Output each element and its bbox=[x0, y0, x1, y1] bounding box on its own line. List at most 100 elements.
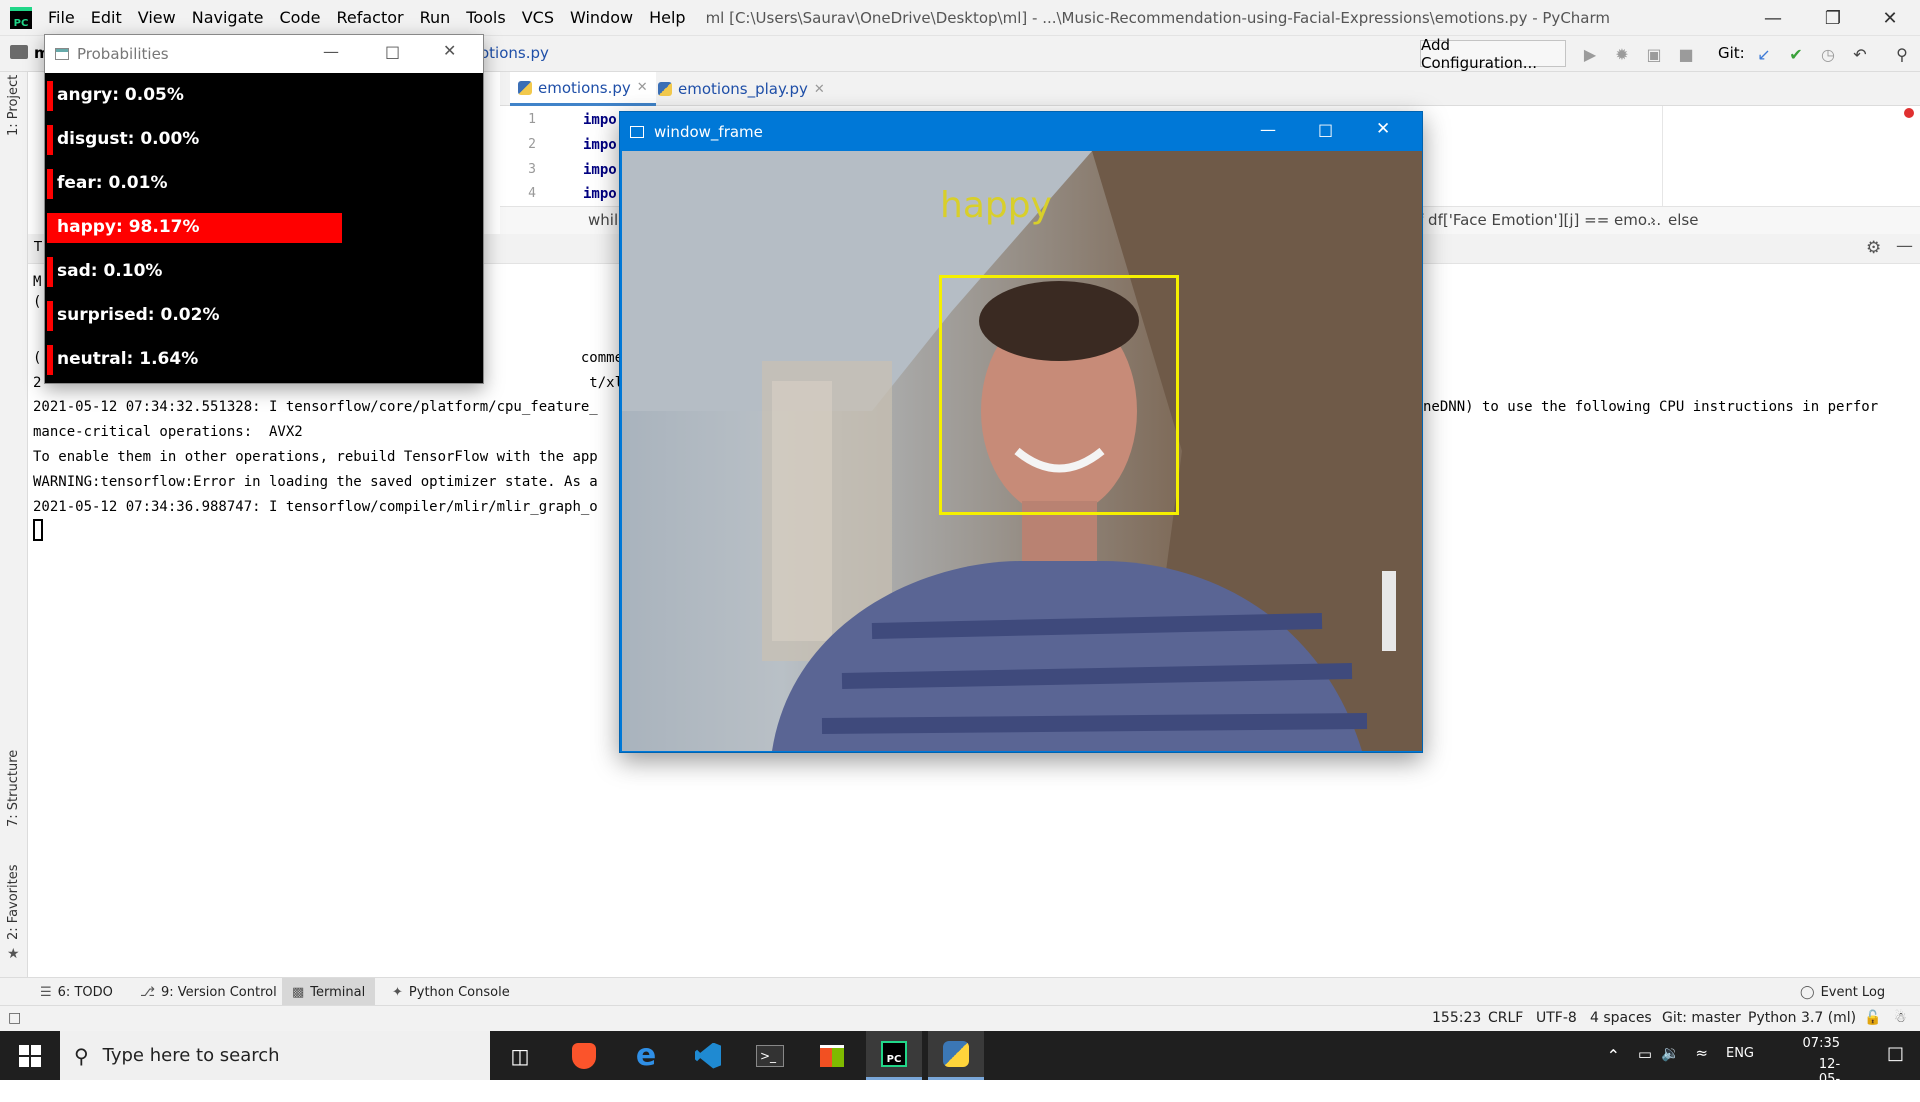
debug-icon[interactable]: ✹ bbox=[1612, 44, 1632, 64]
menu-refactor[interactable]: Refactor bbox=[336, 8, 403, 27]
tab-label: emotions_play.py bbox=[678, 80, 808, 98]
lock-icon[interactable]: 🔓 bbox=[1864, 1010, 1881, 1026]
probability-bar bbox=[47, 345, 53, 375]
menu-edit[interactable]: Edit bbox=[91, 8, 122, 27]
favorites-tool-tab[interactable]: 2: Favorites bbox=[6, 864, 21, 940]
probability-label: neutral: 1.64% bbox=[57, 349, 199, 369]
structure-tool-tab[interactable]: 7: Structure bbox=[6, 750, 21, 827]
file-encoding[interactable]: UTF-8 bbox=[1536, 1010, 1577, 1026]
menu-bar: File Edit View Navigate Code Refactor Ru… bbox=[48, 8, 702, 27]
tab-emotions-py[interactable]: emotions.py ✕ bbox=[510, 72, 656, 106]
menu-vcs[interactable]: VCS bbox=[522, 8, 554, 27]
probability-label: sad: 0.10% bbox=[57, 261, 163, 281]
task-view-icon[interactable]: ◫ bbox=[492, 1031, 548, 1080]
breadcrumb-if[interactable]: f df['Face Emotion'][j] == emo... bbox=[1418, 211, 1661, 229]
minimize-button[interactable]: — bbox=[323, 42, 339, 61]
minimize-button[interactable]: — bbox=[1260, 120, 1276, 139]
pycharm-titlebar: PC File Edit View Navigate Code Refactor… bbox=[0, 0, 1920, 36]
menu-help[interactable]: Help bbox=[649, 8, 685, 27]
todo-tab[interactable]: ☰ 6: TODO bbox=[30, 978, 123, 1006]
star-icon: ★ bbox=[7, 946, 20, 962]
line-number: 4 bbox=[528, 186, 536, 201]
terminal-tab[interactable]: ▩ Terminal bbox=[282, 978, 376, 1006]
code-line: impo bbox=[583, 186, 617, 202]
probabilities-window: Probabilities — □ ✕ angry: 0.05% disgust:… bbox=[44, 34, 484, 384]
python-console-icon: ✦ bbox=[392, 984, 403, 1000]
python-console-tab[interactable]: ✦ Python Console bbox=[382, 978, 520, 1006]
settings-gear-icon[interactable]: ⚙ bbox=[1866, 238, 1881, 258]
left-tool-strip: 1: Project 7: Structure 2: Favorites ★ bbox=[0, 72, 28, 977]
toggle-panels-icon[interactable]: □ bbox=[8, 1010, 21, 1026]
start-button[interactable] bbox=[0, 1031, 60, 1080]
event-log-tab-label: Event Log bbox=[1820, 984, 1886, 1000]
add-configuration-button[interactable]: Add Configuration... bbox=[1420, 36, 1566, 72]
bottom-tool-tabs: ☰ 6: TODO ⎇ 9: Version Control ▩ Termina… bbox=[0, 977, 1920, 1006]
wifi-icon[interactable]: ≈ bbox=[1695, 1044, 1708, 1062]
version-control-tab[interactable]: ⎇ 9: Version Control bbox=[130, 978, 287, 1006]
close-tab-icon[interactable]: ✕ bbox=[814, 82, 825, 97]
git-branch[interactable]: Git: master bbox=[1662, 1010, 1741, 1026]
language-indicator[interactable]: ENG bbox=[1726, 1046, 1754, 1061]
stop-icon[interactable]: ■ bbox=[1676, 44, 1696, 64]
show-hidden-icons-icon[interactable]: ⌃ bbox=[1607, 1046, 1620, 1065]
maximize-button[interactable]: □ bbox=[1318, 120, 1333, 139]
code-line: impo bbox=[583, 112, 617, 128]
probabilities-titlebar[interactable]: Probabilities — □ ✕ bbox=[45, 35, 483, 73]
git-update-icon[interactable]: ↙ bbox=[1754, 44, 1774, 64]
close-button[interactable]: ✕ bbox=[443, 41, 456, 60]
restore-button[interactable]: ❐ bbox=[1805, 0, 1861, 36]
store-icon[interactable] bbox=[804, 1031, 860, 1080]
run-icon[interactable]: ▶ bbox=[1580, 44, 1600, 64]
close-button[interactable]: ✕ bbox=[1376, 119, 1390, 139]
camera-window-title: window_frame bbox=[654, 122, 763, 141]
project-tool-tab[interactable]: 1: Project bbox=[6, 75, 21, 136]
pycharm-taskbar-icon[interactable]: PC bbox=[866, 1031, 922, 1080]
menu-tools[interactable]: Tools bbox=[466, 8, 505, 27]
error-indicator-icon bbox=[1904, 108, 1914, 118]
menu-window[interactable]: Window bbox=[570, 8, 633, 27]
coverage-icon[interactable]: ▣ bbox=[1644, 44, 1664, 64]
code-line: impo bbox=[583, 162, 617, 178]
edge-browser-icon[interactable]: e bbox=[618, 1031, 674, 1080]
nav-file-crumb[interactable]: otions.py bbox=[480, 44, 549, 62]
probability-bar bbox=[47, 169, 53, 199]
notifications-icon[interactable]: □ bbox=[1887, 1043, 1904, 1064]
caret-position[interactable]: 155:23 bbox=[1432, 1010, 1481, 1026]
taskbar-search-box[interactable]: ⚲ Type here to search bbox=[60, 1031, 490, 1080]
git-label: Git: bbox=[1718, 44, 1745, 62]
indent-setting[interactable]: 4 spaces bbox=[1590, 1010, 1652, 1026]
history-icon[interactable]: ◷ bbox=[1818, 44, 1838, 64]
minimize-button[interactable]: — bbox=[1745, 0, 1801, 36]
rollback-icon[interactable]: ↶ bbox=[1850, 44, 1870, 64]
app-window-icon bbox=[630, 125, 644, 138]
menu-file[interactable]: File bbox=[48, 8, 75, 27]
close-tab-icon[interactable]: ✕ bbox=[637, 80, 648, 95]
maximize-button[interactable]: □ bbox=[385, 42, 400, 61]
battery-icon[interactable]: ▭ bbox=[1638, 1045, 1652, 1063]
menu-run[interactable]: Run bbox=[420, 8, 451, 27]
python-taskbar-icon[interactable] bbox=[928, 1031, 984, 1080]
menu-code[interactable]: Code bbox=[280, 8, 321, 27]
terminal-app-icon[interactable]: >_ bbox=[742, 1031, 798, 1080]
emotion-label: happy bbox=[940, 185, 1052, 226]
close-button[interactable]: ✕ bbox=[1862, 0, 1918, 36]
terminal-line: To enable them in other operations, rebu… bbox=[33, 449, 598, 465]
camera-titlebar[interactable]: window_frame — □ ✕ bbox=[620, 112, 1422, 151]
brave-browser-icon[interactable] bbox=[556, 1031, 612, 1080]
breadcrumb-else[interactable]: else bbox=[1668, 211, 1698, 229]
inspector-icon[interactable]: ☃ bbox=[1894, 1010, 1907, 1026]
volume-icon[interactable]: 🔉 bbox=[1661, 1044, 1680, 1062]
git-commit-icon[interactable]: ✔ bbox=[1786, 44, 1806, 64]
tab-emotions-play-py[interactable]: emotions_play.py ✕ bbox=[650, 72, 833, 106]
python-interpreter[interactable]: Python 3.7 (ml) bbox=[1748, 1010, 1856, 1026]
hide-panel-icon[interactable]: — bbox=[1896, 236, 1913, 256]
search-icon[interactable]: ⚲ bbox=[1892, 44, 1912, 64]
line-separator[interactable]: CRLF bbox=[1488, 1010, 1523, 1026]
probability-bar bbox=[47, 125, 53, 155]
vscode-icon[interactable] bbox=[680, 1031, 736, 1080]
menu-navigate[interactable]: Navigate bbox=[192, 8, 264, 27]
menu-view[interactable]: View bbox=[138, 8, 176, 27]
clock-time[interactable]: 07:35 bbox=[1803, 1036, 1840, 1051]
event-log-tab[interactable]: ◯ Event Log bbox=[1790, 978, 1895, 1006]
probability-label: disgust: 0.00% bbox=[57, 129, 200, 149]
